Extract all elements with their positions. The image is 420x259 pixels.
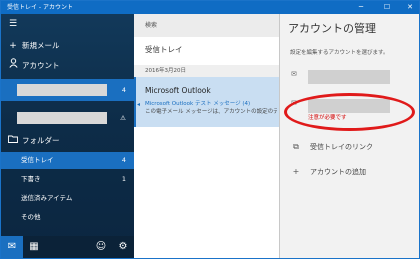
message-preview: この電子メール メッセージは、アカウントの設定のテスト中に bbox=[145, 109, 277, 115]
minimize-icon[interactable]: ─ bbox=[353, 1, 369, 14]
selected-indicator bbox=[134, 77, 136, 127]
pane-description: 設定を編集するアカウントを選びます。 bbox=[290, 50, 389, 56]
hamburger-icon: ☰ bbox=[8, 19, 18, 29]
folder-title: 受信トレイ bbox=[145, 45, 183, 54]
search-box[interactable]: 検索 bbox=[134, 14, 279, 37]
folder-count: 1 bbox=[121, 175, 126, 183]
manage-account-item-1[interactable]: ✉ bbox=[288, 68, 414, 86]
folder-item-sent[interactable]: 送信済みアイテム bbox=[1, 190, 134, 207]
redacted-account-name bbox=[308, 70, 390, 84]
account-unread-count: 4 bbox=[121, 86, 126, 94]
search-placeholder: 検索 bbox=[145, 22, 158, 29]
folder-item-other[interactable]: その他 bbox=[1, 209, 134, 226]
link-icon: ⧉ bbox=[293, 142, 299, 151]
calendar-icon[interactable]: ▦ bbox=[23, 236, 45, 258]
accounts-button[interactable]: アカウント bbox=[1, 56, 134, 76]
new-mail-button[interactable]: + 新規メール bbox=[1, 36, 134, 56]
folder-count: 4 bbox=[121, 156, 126, 164]
close-icon[interactable]: ✕ bbox=[402, 1, 418, 14]
title-bar: 受信トレイ - アカウント ─ ☐ ✕ bbox=[1, 1, 419, 14]
hamburger-menu-button[interactable]: ☰ bbox=[1, 14, 134, 34]
folder-item-drafts[interactable]: 下書き 1 bbox=[1, 171, 134, 188]
folder-item-inbox[interactable]: 受信トレイ 4 bbox=[1, 152, 134, 169]
gear-icon[interactable]: ⚙ bbox=[112, 236, 134, 258]
app-window: 受信トレイ - アカウント ─ ☐ ✕ ☰ + 新規メール アカウント 4 ⚠ bbox=[0, 0, 420, 259]
manage-accounts-pane: アカウントの管理 設定を編集するアカウントを選びます。 ✉ ✉ 注意が必要です … bbox=[279, 14, 419, 258]
redacted-account-name bbox=[17, 112, 107, 124]
add-account-button[interactable]: + アカウントの追加 bbox=[290, 165, 416, 179]
folder-label: 下書き bbox=[21, 175, 41, 183]
accounts-label: アカウント bbox=[22, 61, 60, 70]
warning-icon: ⚠ bbox=[120, 114, 126, 122]
sidebar: ☰ + 新規メール アカウント 4 ⚠ フォルダー 受信トレイ 4 下書き 1 … bbox=[1, 14, 134, 258]
message-subject: Microsoft Outlook テスト メッセージ (4) bbox=[145, 101, 251, 107]
folder-label: 受信トレイ bbox=[21, 156, 54, 164]
message-list-item[interactable]: ◂ Microsoft Outlook Microsoft Outlook テス… bbox=[134, 77, 279, 127]
folder-label: その他 bbox=[21, 213, 41, 221]
folders-label: フォルダー bbox=[22, 136, 60, 145]
smiley-icon[interactable]: ☺ bbox=[90, 236, 112, 258]
redacted-account-name bbox=[17, 84, 107, 96]
highlight-ellipse bbox=[284, 93, 415, 131]
envelope-icon: ✉ bbox=[291, 70, 297, 78]
plus-icon: + bbox=[9, 41, 17, 51]
folder-icon bbox=[8, 131, 18, 151]
maximize-icon[interactable]: ☐ bbox=[379, 1, 395, 14]
message-sender: Microsoft Outlook bbox=[145, 86, 211, 95]
link-inboxes-button[interactable]: ⧉ 受信トレイのリンク bbox=[290, 140, 416, 154]
window-title: 受信トレイ - アカウント bbox=[7, 4, 73, 11]
mail-icon[interactable]: ✉ bbox=[1, 236, 23, 258]
date-header-text: 2016年3月20日 bbox=[145, 68, 186, 74]
date-group-header: 2016年3月20日 bbox=[134, 65, 279, 77]
plus-icon: + bbox=[292, 167, 300, 176]
link-inboxes-label: 受信トレイのリンク bbox=[310, 143, 373, 151]
reply-arrow-icon: ◂ bbox=[137, 101, 141, 108]
add-account-label: アカウントの追加 bbox=[310, 168, 366, 176]
folder-label: 送信済みアイテム bbox=[21, 194, 73, 202]
new-mail-label: 新規メール bbox=[22, 41, 60, 50]
message-list-pane: 検索 受信トレイ 2016年3月20日 ◂ Microsoft Outlook … bbox=[134, 14, 279, 258]
account-item-2[interactable]: ⚠ bbox=[1, 107, 134, 129]
bottom-nav: ✉ ▦ ☺ ⚙ bbox=[1, 236, 134, 258]
pane-title: アカウントの管理 bbox=[288, 22, 376, 35]
account-item-1[interactable]: 4 bbox=[1, 79, 134, 101]
folders-button[interactable]: フォルダー bbox=[1, 131, 134, 151]
person-icon bbox=[8, 56, 18, 76]
